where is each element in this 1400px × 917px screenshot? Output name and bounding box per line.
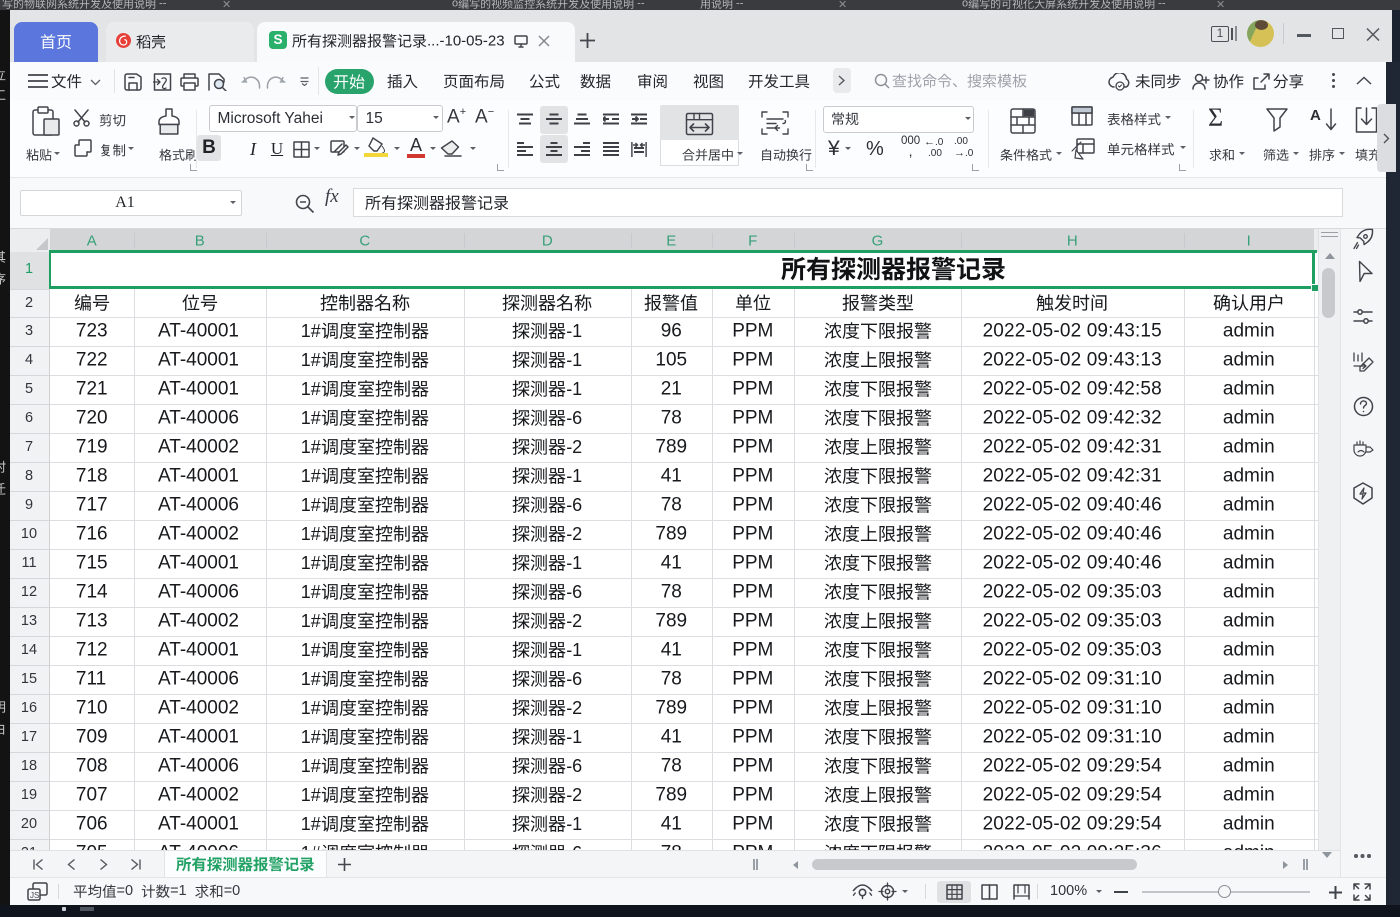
svg-text:JS: JS: [30, 891, 39, 900]
